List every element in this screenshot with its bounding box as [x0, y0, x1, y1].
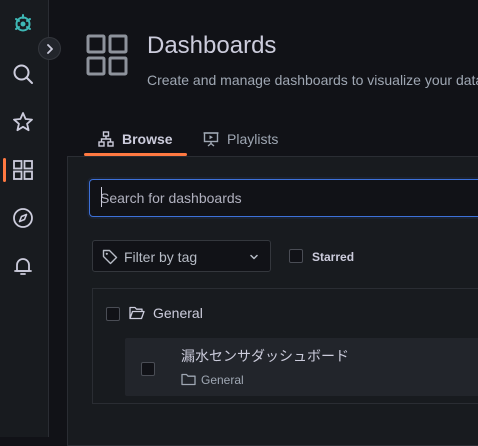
- page-title: Dashboards: [147, 32, 277, 59]
- starred-label: Starred: [312, 250, 355, 264]
- search-box[interactable]: [89, 179, 478, 217]
- search-icon[interactable]: [10, 61, 36, 87]
- tab-browse[interactable]: Browse: [98, 131, 173, 147]
- sidebar-expand-button[interactable]: [38, 37, 61, 60]
- dashboards-page-icon: [86, 34, 128, 76]
- tab-browse-label: Browse: [122, 131, 173, 147]
- dashboard-folder-name: General: [201, 373, 244, 387]
- tag-filter-placeholder: Filter by tag: [124, 249, 198, 265]
- search-input[interactable]: [100, 180, 478, 216]
- star-icon[interactable]: [10, 109, 36, 135]
- chevron-down-icon: [249, 252, 259, 262]
- grafana-logo-icon[interactable]: [10, 11, 36, 37]
- folder-title[interactable]: General: [153, 305, 203, 321]
- folder-open-icon[interactable]: [129, 306, 145, 320]
- compass-icon[interactable]: [10, 205, 36, 231]
- presentation-play-icon: [203, 132, 219, 147]
- tag-icon: [102, 249, 118, 265]
- dashboards-grid-icon[interactable]: [10, 157, 36, 183]
- sitemap-icon: [98, 131, 114, 147]
- folder-select-checkbox[interactable]: [106, 307, 120, 321]
- active-indicator: [3, 158, 6, 182]
- sidebar: [0, 0, 49, 437]
- text-cursor: [101, 187, 102, 207]
- dashboard-title[interactable]: 漏水センサダッシュボード: [181, 346, 349, 366]
- tab-playlists-label: Playlists: [227, 131, 279, 147]
- page-subtitle: Create and manage dashboards to visualiz…: [147, 72, 478, 88]
- starred-checkbox[interactable]: [289, 249, 303, 263]
- tab-playlists[interactable]: Playlists: [203, 131, 278, 147]
- tag-filter-select[interactable]: Filter by tag: [92, 240, 271, 272]
- dashboard-select-checkbox[interactable]: [141, 362, 155, 376]
- chevron-right-icon: [46, 43, 53, 54]
- folder-icon: [181, 373, 196, 386]
- bell-icon[interactable]: [10, 253, 36, 279]
